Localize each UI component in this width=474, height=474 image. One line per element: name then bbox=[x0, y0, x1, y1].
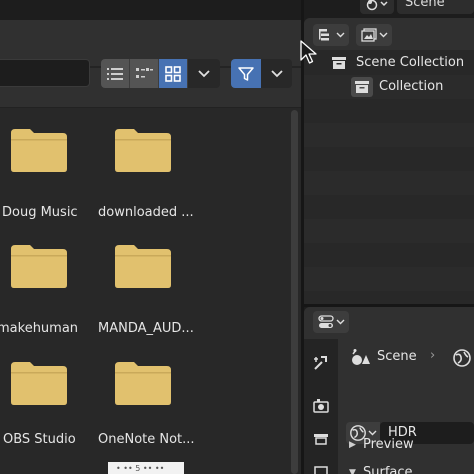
outliner-display-mode-button[interactable] bbox=[313, 24, 349, 46]
outliner-empty-row bbox=[304, 243, 474, 267]
breadcrumb: Scene › bbox=[338, 339, 474, 377]
render-tab[interactable] bbox=[309, 394, 333, 418]
outliner-row-collection[interactable]: Collection bbox=[304, 75, 474, 99]
output-icon bbox=[314, 434, 328, 445]
world-icon bbox=[453, 349, 471, 367]
outliner-row-scene-collection[interactable]: Scene Collection bbox=[304, 51, 474, 75]
scene-selector-button[interactable] bbox=[360, 0, 394, 14]
file-browser: Doug Music downloaded ... makehuman MAND… bbox=[0, 0, 301, 474]
outliner-empty-row bbox=[304, 171, 474, 195]
render-icon bbox=[313, 399, 329, 413]
outliner-row-label: Scene Collection bbox=[356, 55, 465, 70]
outliner-filter-button[interactable] bbox=[356, 24, 392, 46]
view-layer-icon bbox=[314, 466, 328, 474]
properties-tab-bar bbox=[304, 339, 338, 474]
image-thumbnail[interactable]: • •• 5 •• •• bbox=[108, 462, 184, 474]
thumbnails-icon bbox=[165, 65, 181, 82]
file-item[interactable]: MANDA_AUD... bbox=[98, 243, 208, 343]
properties-editor: Scene › HDR ▶ Preview ▼ Surface bbox=[304, 307, 474, 474]
file-item[interactable]: downloaded ... bbox=[98, 127, 208, 227]
file-name: OBS Studio bbox=[3, 432, 76, 447]
outliner: Scene Collection Collection bbox=[304, 18, 474, 304]
folder-icon bbox=[115, 362, 171, 405]
vertical-list-view-button[interactable] bbox=[101, 59, 130, 88]
scene-icon bbox=[366, 0, 388, 11]
properties-editor-icon bbox=[317, 315, 334, 328]
panel-collapsed-arrow: ▶ bbox=[349, 440, 356, 450]
chevron-down-icon bbox=[368, 430, 377, 436]
properties-content: Scene › HDR ▶ Preview ▼ Surface bbox=[338, 339, 474, 474]
folder-icon bbox=[11, 362, 67, 405]
outliner-row-label: Collection bbox=[379, 79, 444, 94]
scene-icon bbox=[352, 349, 370, 365]
folder-icon bbox=[115, 245, 171, 288]
filter-options-dropdown[interactable] bbox=[261, 59, 292, 88]
file-browser-scrollbar[interactable] bbox=[291, 110, 298, 474]
outliner-empty-row bbox=[304, 195, 474, 219]
folder-icon bbox=[11, 129, 67, 172]
folder-icon bbox=[11, 245, 67, 288]
outliner-tree-icon bbox=[318, 29, 329, 41]
collection-box-icon bbox=[329, 54, 349, 72]
file-name: Doug Music bbox=[2, 205, 78, 220]
collection-box-icon bbox=[351, 77, 373, 97]
file-name: downloaded ... bbox=[98, 205, 194, 220]
view-layer-tab[interactable] bbox=[309, 461, 333, 474]
outliner-header bbox=[304, 18, 474, 50]
filter-funnel-icon bbox=[238, 66, 254, 81]
scene-name-field[interactable]: Scene bbox=[397, 0, 474, 14]
path-input[interactable] bbox=[0, 59, 90, 87]
output-tab[interactable] bbox=[309, 427, 333, 451]
mouse-cursor-icon bbox=[300, 40, 317, 64]
chevron-down-icon bbox=[270, 69, 283, 77]
properties-header bbox=[304, 307, 474, 339]
file-item[interactable]: makehuman bbox=[0, 243, 104, 343]
chevron-down-icon bbox=[198, 69, 210, 77]
file-name: MANDA_AUD... bbox=[98, 321, 194, 336]
tool-icon bbox=[314, 356, 327, 370]
editor-type-button[interactable] bbox=[313, 311, 349, 333]
filter-toggle-button[interactable] bbox=[231, 59, 261, 88]
file-name: OneNote Not... bbox=[98, 432, 195, 447]
file-name: makehuman bbox=[0, 321, 79, 336]
horizontal-list-view-button[interactable] bbox=[130, 59, 159, 88]
breadcrumb-scene: Scene bbox=[377, 349, 417, 364]
outliner-empty-row bbox=[304, 219, 474, 243]
outliner-empty-row bbox=[304, 267, 474, 291]
surface-panel-header[interactable]: Surface bbox=[363, 465, 413, 474]
outliner-empty-row bbox=[304, 123, 474, 147]
image-stack-icon bbox=[360, 28, 377, 42]
blender-window: Doug Music downloaded ... makehuman MAND… bbox=[0, 0, 474, 474]
thumbnails-view-button[interactable] bbox=[159, 59, 188, 88]
folder-icon bbox=[115, 129, 171, 172]
display-mode-group bbox=[101, 59, 220, 88]
vertical-list-icon bbox=[107, 67, 123, 80]
file-browser-top-strip bbox=[0, 0, 301, 20]
file-item[interactable]: OneNote Not... bbox=[98, 360, 208, 460]
breadcrumb-separator: › bbox=[430, 348, 436, 363]
tool-tab[interactable] bbox=[309, 351, 333, 375]
preview-panel-header[interactable]: Preview bbox=[363, 437, 414, 452]
outliner-empty-row bbox=[304, 147, 474, 171]
file-item[interactable]: OBS Studio bbox=[0, 360, 104, 460]
outliner-empty-row bbox=[304, 291, 474, 304]
panel-expanded-arrow: ▼ bbox=[349, 468, 356, 474]
chevron-down-icon bbox=[336, 32, 344, 38]
display-size-dropdown[interactable] bbox=[188, 59, 220, 88]
outliner-empty-row bbox=[304, 99, 474, 123]
file-item[interactable]: Doug Music bbox=[0, 127, 104, 227]
chevron-down-icon bbox=[336, 319, 344, 325]
horizontal-list-icon bbox=[136, 67, 153, 78]
chevron-down-icon bbox=[379, 32, 387, 38]
